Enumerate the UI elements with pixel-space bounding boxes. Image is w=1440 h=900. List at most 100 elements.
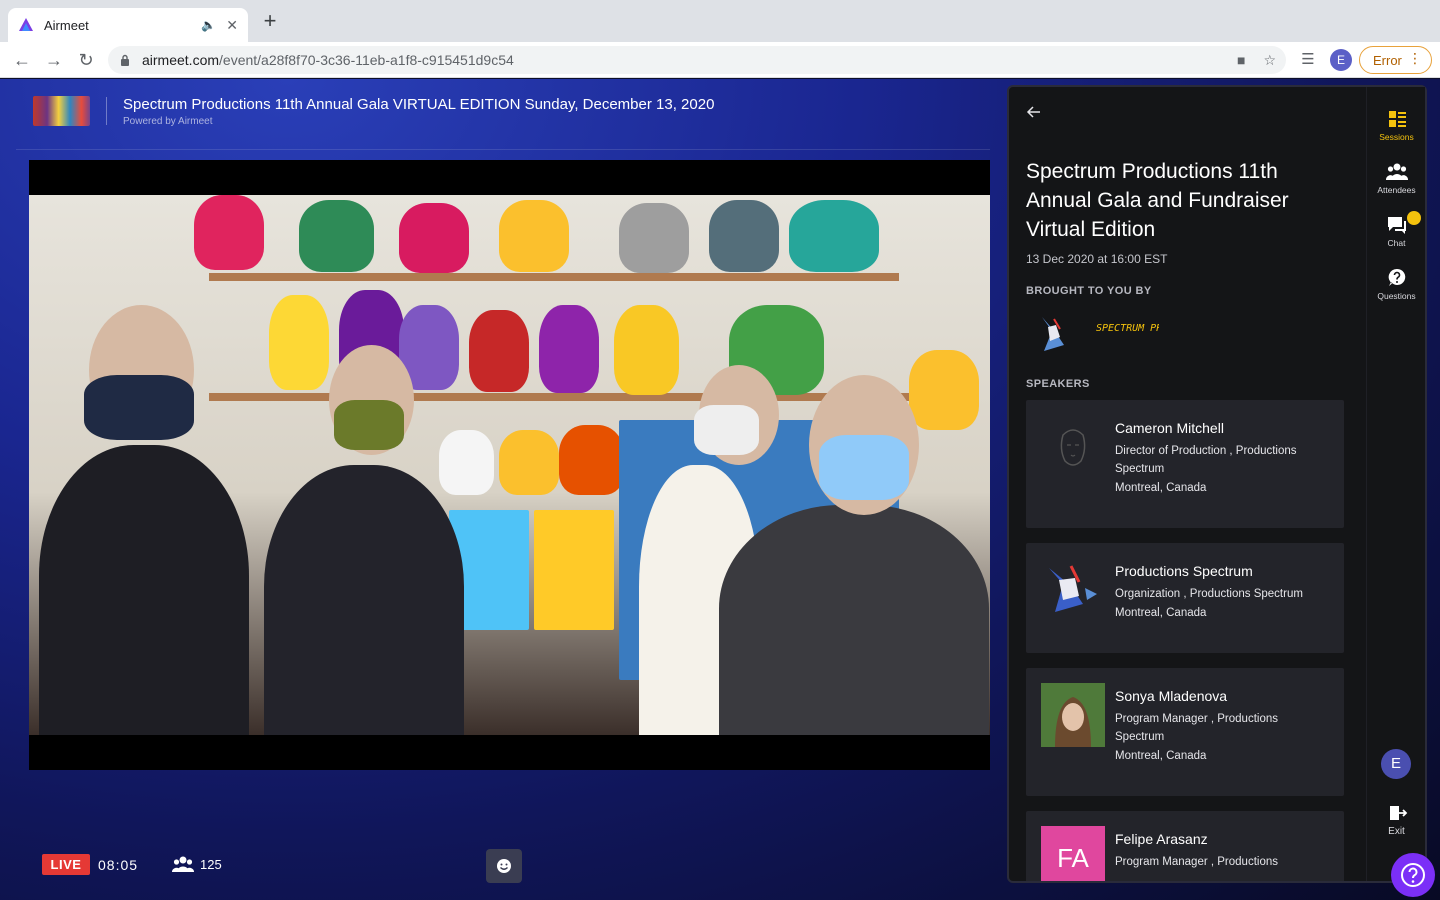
back-arrow-icon[interactable] — [1026, 104, 1042, 120]
help-question-icon — [1401, 863, 1425, 887]
mask-decoration — [194, 195, 264, 270]
address-bar[interactable]: airmeet.com/event/a28f8f70-3c36-11eb-a1f… — [108, 46, 1286, 74]
speaker-location: Montreal, Canada — [1115, 750, 1207, 762]
attendees-icon — [1385, 163, 1408, 180]
help-button[interactable] — [1391, 853, 1435, 897]
question-icon — [1388, 268, 1405, 286]
rail-sessions[interactable]: Sessions — [1367, 109, 1426, 142]
speaker-audio-icon[interactable]: 🔈 — [201, 18, 216, 32]
event-title: Spectrum Productions 11th Annual Gala VI… — [123, 96, 715, 113]
speakers-label: SPEAKERS — [1026, 378, 1090, 390]
rail-chat[interactable]: Chat — [1367, 211, 1426, 248]
speaker-location: Montreal, Canada — [1115, 607, 1207, 619]
new-tab-button[interactable]: + — [258, 10, 282, 34]
event-header: Spectrum Productions 11th Annual Gala VI… — [0, 79, 1005, 149]
chat-notification-dot — [1407, 211, 1421, 225]
mask-decoration — [499, 430, 559, 495]
mask-decoration — [269, 295, 329, 390]
mask-decoration — [614, 305, 679, 395]
mask-decoration — [619, 203, 689, 273]
mask-decoration — [789, 200, 879, 272]
live-status: LIVE 08:05 — [42, 854, 138, 875]
exit-icon — [1389, 806, 1407, 820]
mask-decoration — [499, 200, 569, 272]
media-queue-icon[interactable]: ☰ — [1298, 50, 1318, 70]
lock-icon — [121, 54, 129, 66]
side-navigation-rail: Sessions Attendees Chat Questions E Exit — [1366, 87, 1425, 881]
rail-exit-label: Exit — [1388, 826, 1405, 837]
back-arrow-icon[interactable]: ← — [10, 48, 34, 72]
reaction-emoji-button[interactable] — [486, 849, 522, 883]
rail-attendees[interactable]: Attendees — [1367, 162, 1426, 195]
rail-sessions-label: Sessions — [1379, 132, 1414, 142]
poster-decoration — [534, 510, 614, 630]
powered-by-label: Powered by Airmeet — [123, 116, 213, 127]
speaker-name: Felipe Arasanz — [1115, 831, 1208, 847]
presenter-figure — [719, 505, 989, 735]
mask-decoration — [439, 430, 494, 495]
more-vert-icon: ⋮ — [1408, 50, 1422, 66]
viewer-count-label: 125 — [200, 856, 222, 872]
face-mask — [694, 405, 759, 455]
speaker-role: Program Manager , Productions — [1115, 856, 1278, 868]
speaker-card[interactable]: Productions Spectrum Organization , Prod… — [1026, 543, 1344, 653]
brought-to-you-label: BROUGHT TO YOU BY — [1026, 285, 1152, 297]
browser-profile-avatar[interactable]: E — [1330, 49, 1352, 71]
speaker-role: Director of Production , Productions Spe… — [1115, 445, 1297, 475]
rail-questions-label: Questions — [1377, 291, 1416, 301]
speaker-initials-avatar: FA — [1041, 826, 1105, 881]
mask-decoration — [559, 425, 624, 495]
browser-tab[interactable]: Airmeet 🔈 ✕ — [8, 8, 248, 42]
close-tab-icon[interactable]: ✕ — [226, 17, 238, 34]
mask-decoration — [539, 305, 599, 393]
mask-decoration — [469, 310, 529, 392]
speaker-name: Cameron Mitchell — [1115, 420, 1224, 436]
rail-exit[interactable]: Exit — [1367, 803, 1426, 837]
speaker-role: Program Manager , Productions Spectrum — [1115, 713, 1278, 743]
speaker-name: Sonya Mladenova — [1115, 688, 1228, 704]
bookmark-star-icon[interactable]: ☆ — [1263, 52, 1276, 69]
speaker-role: Organization , Productions Spectrum — [1115, 588, 1303, 600]
session-title: Spectrum Productions 11th Annual Gala an… — [1026, 160, 1289, 241]
reload-icon[interactable]: ↻ — [74, 48, 98, 72]
forward-arrow-icon[interactable]: → — [42, 48, 66, 72]
face-mask — [819, 435, 909, 500]
presenter-figure — [264, 465, 464, 735]
face-mask — [84, 375, 194, 440]
browser-tab-strip: Airmeet 🔈 ✕ + — [0, 0, 1440, 42]
speaker-avatar — [1041, 558, 1105, 622]
viewer-count[interactable]: 125 — [172, 855, 222, 873]
speaker-card[interactable]: Sonya Mladenova Program Manager , Produc… — [1026, 668, 1344, 796]
browser-toolbar: ← → ↻ airmeet.com/event/a28f8f70-3c36-11… — [0, 42, 1440, 78]
live-elapsed-time: 08:05 — [98, 856, 139, 873]
error-label: Error — [1373, 52, 1402, 68]
shelf — [209, 273, 899, 281]
user-avatar[interactable]: E — [1381, 749, 1411, 779]
speaker-card[interactable]: Cameron Mitchell Director of Production … — [1026, 400, 1344, 528]
live-video-player[interactable] — [29, 160, 990, 770]
session-side-panel: Spectrum Productions 11th Annual Gala an… — [1007, 85, 1427, 883]
camera-icon[interactable]: ■ — [1237, 52, 1245, 69]
tab-title: Airmeet — [44, 17, 89, 33]
event-thumbnail — [33, 96, 90, 126]
svg-text:SPECTRUM PRODUCTIONS: SPECTRUM PRODUCTIONS — [1096, 323, 1159, 334]
chat-icon — [1387, 217, 1406, 234]
smiley-icon — [497, 859, 511, 873]
header-divider — [106, 97, 107, 125]
error-button[interactable]: Error ⋮ — [1359, 46, 1432, 74]
rail-chat-label: Chat — [1387, 238, 1406, 248]
face-mask — [334, 400, 404, 450]
speaker-card[interactable]: FA Felipe Arasanz Program Manager , Prod… — [1026, 811, 1344, 881]
event-page: Spectrum Productions 11th Annual Gala VI… — [0, 79, 1440, 900]
session-date: 13 Dec 2020 at 16:00 EST — [1026, 252, 1168, 266]
mask-decoration — [709, 200, 779, 272]
live-badge: LIVE — [42, 854, 90, 875]
sponsor-logo[interactable]: SPECTRUM PRODUCTIONS — [1034, 311, 1159, 359]
people-group-icon — [172, 856, 194, 872]
airmeet-logo-icon — [19, 18, 33, 31]
sessions-icon — [1388, 111, 1406, 127]
header-separator — [16, 149, 990, 150]
presenter-figure — [39, 445, 249, 735]
rail-questions[interactable]: Questions — [1367, 268, 1426, 301]
mask-decoration — [299, 200, 374, 272]
